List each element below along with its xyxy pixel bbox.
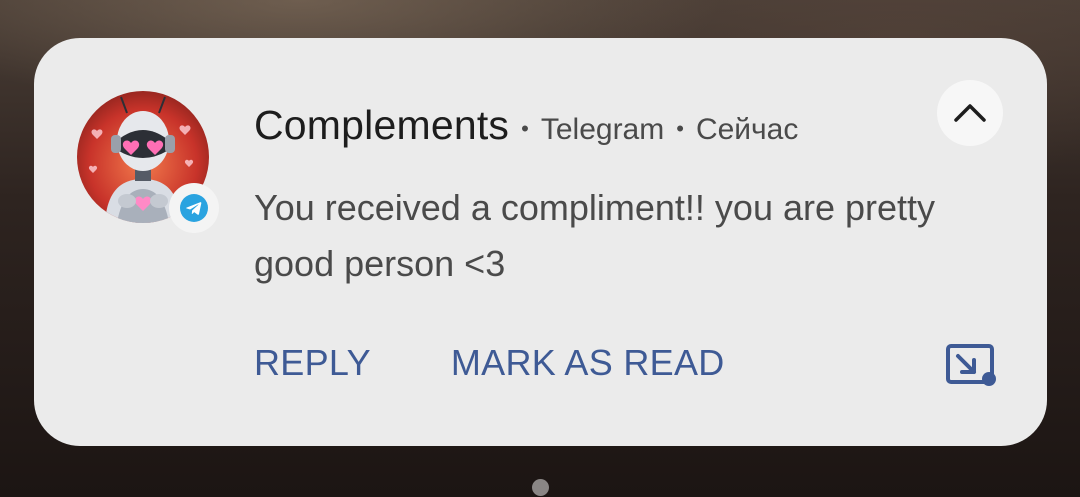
page-indicator-dot [532,479,549,496]
notification-time: Сейчас [695,113,799,146]
reply-button[interactable]: REPLY [254,342,371,384]
notification-header: Complements • Telegram • Сейчас [254,102,798,149]
notification-title: Complements [254,102,510,148]
notification-card[interactable]: Complements • Telegram • Сейчас You rece… [34,38,1047,446]
separator-dot: • [521,116,529,141]
telegram-icon [180,194,208,222]
notification-actions: REPLY MARK AS READ [254,342,805,384]
picture-in-picture-icon [946,344,996,386]
collapse-button[interactable] [937,80,1003,146]
picture-in-picture-button[interactable] [942,340,1002,390]
app-badge [169,183,219,233]
app-name: Telegram [540,113,665,146]
separator-dot: • [676,116,684,141]
notification-message: You received a compliment!! you are pret… [254,187,936,284]
mark-as-read-button[interactable]: MARK AS READ [451,342,725,384]
chevron-up-icon [954,104,986,122]
avatar-container [77,91,219,233]
